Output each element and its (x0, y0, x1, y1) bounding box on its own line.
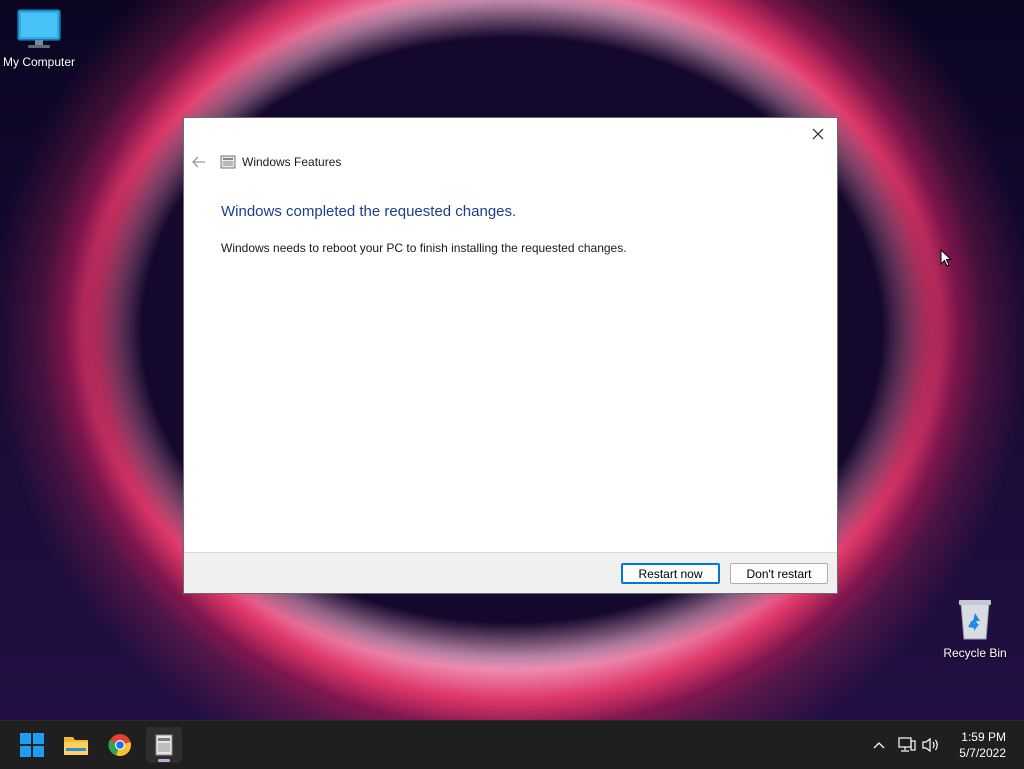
windows-features-icon (220, 155, 236, 169)
windows-features-dialog: Windows Features Windows completed the r… (183, 117, 838, 594)
dont-restart-button[interactable]: Don't restart (730, 563, 828, 584)
start-button[interactable] (14, 727, 50, 763)
dialog-footer: Restart now Don't restart (184, 552, 837, 593)
volume-button[interactable] (920, 721, 942, 769)
desktop-icon-my-computer[interactable]: My Computer (0, 8, 78, 69)
dialog-title: Windows Features (242, 155, 342, 169)
taskbar-chrome[interactable] (102, 727, 138, 763)
network-icon (898, 737, 916, 752)
folder-icon (64, 737, 88, 755)
desktop-icon-label: My Computer (2, 55, 76, 69)
clock-date: 5/7/2022 (959, 746, 1006, 760)
network-button[interactable] (896, 721, 918, 769)
dialog-message: Windows needs to reboot your PC to finis… (221, 241, 627, 255)
active-app-indicator (158, 759, 170, 762)
dialog-title-row: Windows Features (220, 154, 341, 170)
chrome-icon (108, 734, 131, 757)
taskbar-file-explorer[interactable] (58, 727, 94, 763)
back-button[interactable] (190, 153, 208, 171)
close-button[interactable] (805, 122, 831, 146)
monitor-icon (17, 9, 61, 48)
desktop-icon-label: Recycle Bin (943, 646, 1007, 660)
windows-logo-icon (20, 733, 44, 757)
volume-icon (922, 737, 938, 753)
desktop-icon-recycle-bin[interactable]: Recycle Bin (940, 597, 1010, 660)
back-arrow-icon (192, 156, 205, 168)
windows-features-icon (155, 734, 173, 756)
dialog-heading: Windows completed the requested changes. (221, 203, 517, 220)
restart-now-button[interactable]: Restart now (621, 563, 720, 584)
clock[interactable]: 1:59 PM 5/7/2022 (959, 729, 1006, 761)
taskbar-windows-features[interactable] (146, 727, 182, 763)
clock-time: 1:59 PM (961, 730, 1006, 744)
recycle-bin-icon (959, 600, 991, 640)
show-hidden-icons-button[interactable] (868, 721, 890, 769)
chevron-up-icon (873, 742, 885, 749)
taskbar: 1:59 PM 5/7/2022 (0, 720, 1024, 769)
close-icon (812, 128, 824, 140)
mouse-cursor-icon (940, 249, 952, 267)
